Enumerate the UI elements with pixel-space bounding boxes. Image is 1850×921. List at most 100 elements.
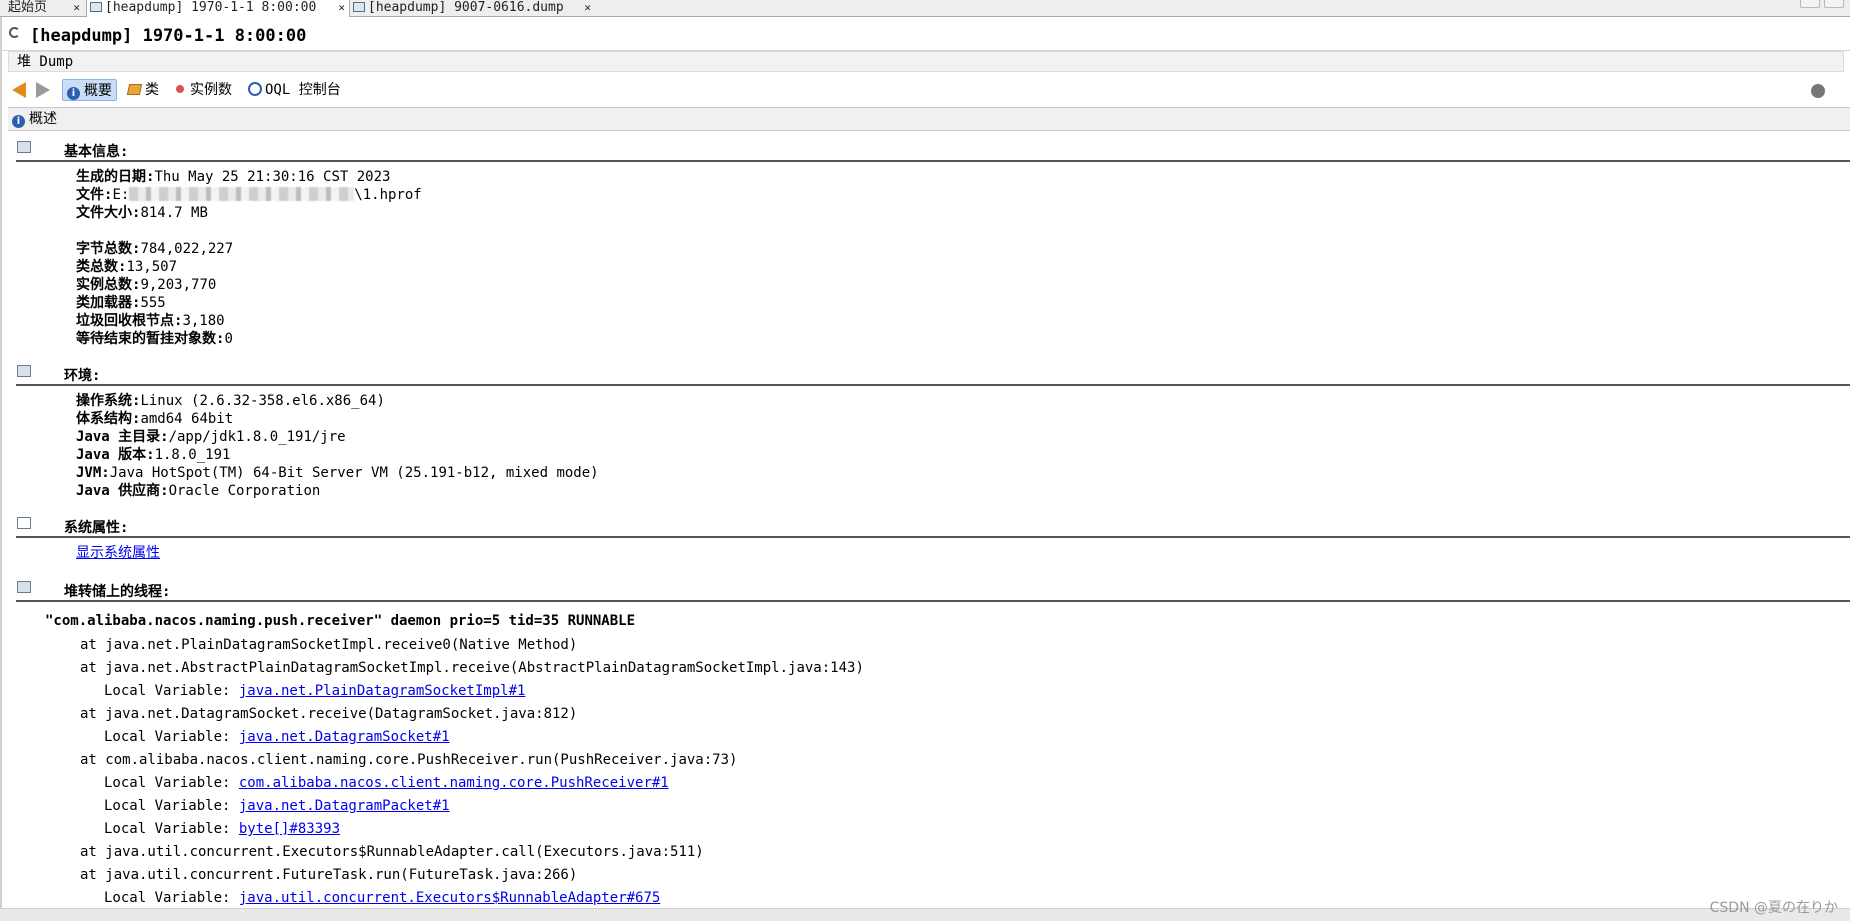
redacted-path xyxy=(129,187,355,201)
tab-start-page[interactable]: 起始页 ✕ xyxy=(0,0,84,15)
subtab-heap-dump[interactable]: 堆 Dump xyxy=(8,51,1844,72)
java-vendor-key: Java 供应商: xyxy=(76,483,169,499)
file-key: 文件: xyxy=(76,187,113,203)
os-row: 操作系统:Linux (2.6.32-358.el6.x86_64) xyxy=(76,392,385,410)
local-variable-link[interactable]: byte[]#83393 xyxy=(239,821,340,837)
date-value: Thu May 25 21:30:16 CST 2023 xyxy=(154,169,391,185)
pending-finalize-row: 等待结束的暂挂对象数:0 xyxy=(76,330,233,348)
section-divider xyxy=(16,600,1850,602)
bottom-scroll-bar[interactable] xyxy=(0,908,1850,921)
java-vendor-value: Oracle Corporation xyxy=(168,483,321,499)
close-icon[interactable]: ✕ xyxy=(73,0,80,15)
pending-finalize-key: 等待结束的暂挂对象数: xyxy=(76,331,225,347)
tab-heapdump-1970[interactable]: [heapdump] 1970-1-1 8:00:00 ✕ xyxy=(86,0,350,17)
close-icon[interactable]: ✕ xyxy=(338,0,345,15)
local-variable-label: Local Variable: xyxy=(104,821,239,837)
editor-tab-bar: 起始页 ✕ [heapdump] 1970-1-1 8:00:00 ✕ [hea… xyxy=(0,0,1850,17)
java-version-value: 1.8.0_191 xyxy=(154,447,231,463)
overview-label: 概述 xyxy=(29,111,57,127)
bytes-key: 字节总数: xyxy=(76,241,141,257)
info-icon: i xyxy=(12,115,25,128)
tab-label: [heapdump] 9007-0616.dump xyxy=(368,0,564,15)
system-properties-icon xyxy=(17,517,31,529)
classloaders-key: 类加载器: xyxy=(76,295,141,311)
os-key: 操作系统: xyxy=(76,393,141,409)
show-system-properties-link[interactable]: 显示系统属性 xyxy=(76,545,160,561)
stack-frame: at com.alibaba.nacos.client.naming.core.… xyxy=(80,752,738,768)
local-variable-label: Local Variable: xyxy=(104,683,239,699)
gc-roots-key: 垃圾回收根节点: xyxy=(76,313,183,329)
watermark: CSDN @夏の在りか xyxy=(1709,900,1838,916)
section-divider xyxy=(16,536,1850,538)
instances-value: 9,203,770 xyxy=(140,277,217,293)
forward-arrow-icon[interactable] xyxy=(36,82,50,98)
view-toolbar: i 概要 类 实例数 OQL 控制台 xyxy=(0,77,1850,104)
heapdump-icon xyxy=(353,2,365,12)
file-prefix: E: xyxy=(112,187,130,203)
oql-console-button[interactable]: OQL 控制台 xyxy=(248,79,341,101)
environment-icon xyxy=(17,365,31,377)
instances-row: 实例总数:9,203,770 xyxy=(76,276,216,294)
threads-title: 堆转储上的线程: xyxy=(64,584,171,600)
page-title: [heapdump] 1970-1-1 8:00:00 xyxy=(30,26,307,46)
local-variable-row: Local Variable: java.net.DatagramPacket#… xyxy=(104,798,450,814)
section-divider xyxy=(16,384,1850,386)
subtab-label: 堆 Dump xyxy=(17,54,74,70)
window-control-button[interactable] xyxy=(1800,0,1820,8)
file-row: 文件:E: \1.hprof xyxy=(76,186,422,204)
left-border xyxy=(0,17,2,912)
local-variable-link[interactable]: java.util.concurrent.Executors$RunnableA… xyxy=(239,890,660,906)
close-icon[interactable]: ✕ xyxy=(584,0,591,15)
jvm-key: JVM: xyxy=(76,465,110,481)
summary-label: 概要 xyxy=(84,83,112,99)
section-divider xyxy=(16,160,1850,162)
arch-row: 体系结构:amd64 64bit xyxy=(76,410,233,428)
file-suffix: \1.hprof xyxy=(354,187,422,203)
local-variable-label: Local Variable: xyxy=(104,798,239,814)
os-value: Linux (2.6.32-358.el6.x86_64) xyxy=(140,393,385,409)
jvm-row: JVM:Java HotSpot(TM) 64-Bit Server VM (2… xyxy=(76,464,599,482)
local-variable-link[interactable]: java.net.DatagramSocket#1 xyxy=(239,729,450,745)
stack-frame: at java.util.concurrent.Executors$Runnab… xyxy=(80,844,704,860)
local-variable-link[interactable]: java.net.PlainDatagramSocketImpl#1 xyxy=(239,683,526,699)
stack-frame: at java.net.PlainDatagramSocketImpl.rece… xyxy=(80,637,578,653)
arch-key: 体系结构: xyxy=(76,411,141,427)
local-variable-row: Local Variable: java.net.PlainDatagramSo… xyxy=(104,683,525,699)
basic-info-icon xyxy=(17,141,31,153)
heapdump-icon xyxy=(90,2,102,12)
info-icon: i xyxy=(67,87,80,100)
instances-button[interactable]: 实例数 xyxy=(176,79,232,101)
show-system-properties-row: 显示系统属性 xyxy=(76,544,160,562)
java-version-row: Java 版本:1.8.0_191 xyxy=(76,446,230,464)
summary-button[interactable]: i 概要 xyxy=(62,79,117,101)
window-control-button[interactable] xyxy=(1824,0,1844,8)
size-row: 文件大小:814.7 MB xyxy=(76,204,208,222)
local-variable-link[interactable]: com.alibaba.nacos.client.naming.core.Pus… xyxy=(239,775,669,791)
classes-key: 类总数: xyxy=(76,259,127,275)
system-properties-title: 系统属性: xyxy=(64,520,129,536)
size-key: 文件大小: xyxy=(76,205,141,221)
gc-roots-value: 3,180 xyxy=(182,313,225,329)
stack-frame: at java.net.AbstractPlainDatagramSocketI… xyxy=(80,660,864,676)
java-home-row: Java 主目录:/app/jdk1.8.0_191/jre xyxy=(76,428,346,446)
pending-finalize-value: 0 xyxy=(224,331,233,347)
size-value: 814.7 MB xyxy=(140,205,208,221)
threads-icon xyxy=(17,581,31,593)
local-variable-label: Local Variable: xyxy=(104,775,239,791)
instances-icon xyxy=(176,85,184,93)
environment-title: 环境: xyxy=(64,368,101,384)
thread-header: "com.alibaba.nacos.naming.push.receiver"… xyxy=(45,613,636,629)
java-home-value: /app/jdk1.8.0_191/jre xyxy=(168,429,346,445)
classes-value: 13,507 xyxy=(126,259,178,275)
local-variable-label: Local Variable: xyxy=(104,729,239,745)
gc-roots-row: 垃圾回收根节点:3,180 xyxy=(76,312,225,330)
local-variable-link[interactable]: java.net.DatagramPacket#1 xyxy=(239,798,450,814)
document-title-bar: [heapdump] 1970-1-1 8:00:00 xyxy=(0,18,1850,51)
help-icon[interactable] xyxy=(1811,84,1825,98)
java-version-key: Java 版本: xyxy=(76,447,155,463)
oql-label: OQL 控制台 xyxy=(265,82,341,98)
back-arrow-icon[interactable] xyxy=(12,82,26,98)
tab-heapdump-9007[interactable]: [heapdump] 9007-0616.dump ✕ xyxy=(350,0,595,15)
stack-frame: at java.util.concurrent.FutureTask.run(F… xyxy=(80,867,578,883)
classes-button[interactable]: 类 xyxy=(126,79,159,101)
